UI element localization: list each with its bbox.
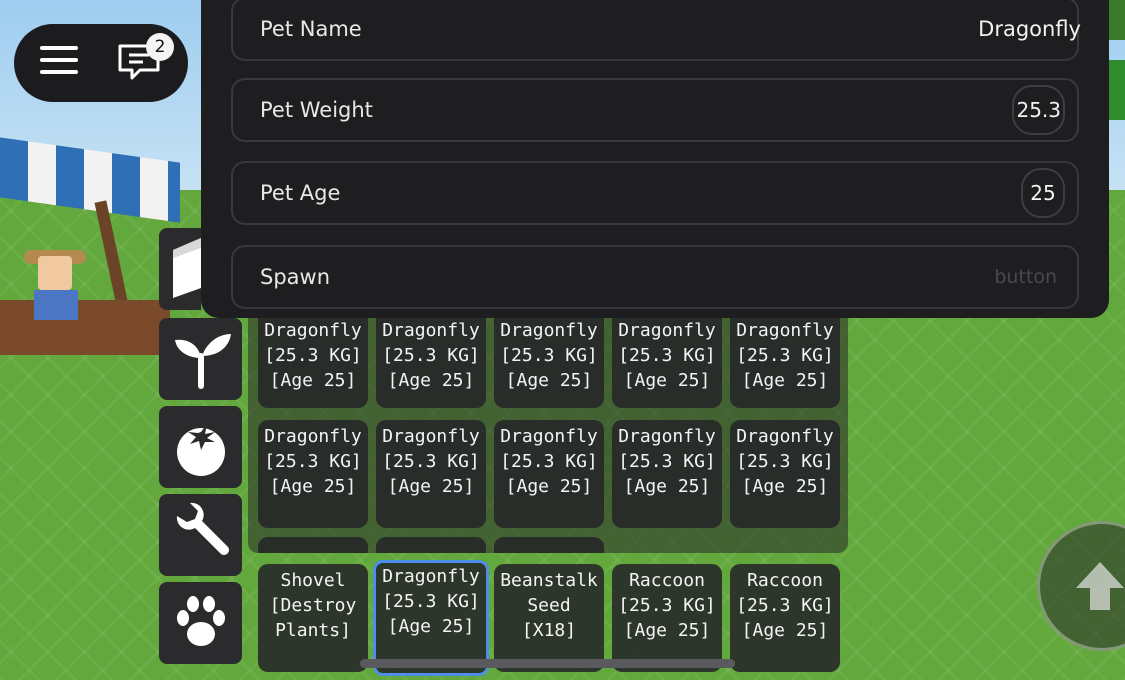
pet-weight-row: Pet Weight 25.3 — [231, 78, 1079, 142]
slot-text-line: Dragonfly — [264, 426, 362, 447]
notification-badge: 2 — [146, 33, 174, 61]
slot-text-line: [Age 25] — [623, 476, 711, 497]
hotbar-slot[interactable]: Shovel [Destroy Plants] — [258, 564, 368, 672]
slot-text-line: Raccoon — [747, 570, 823, 591]
paw-icon — [177, 596, 225, 646]
slot-text-line: [25.3 KG] — [382, 591, 480, 612]
inventory-slot[interactable]: Dragonfly [25.3 KG] [Age 25] — [612, 318, 722, 408]
inventory-category-crops[interactable] — [159, 406, 242, 488]
slot-text-line: [25.3 KG] — [736, 345, 834, 366]
slot-text-line: [Age 25] — [505, 476, 593, 497]
slot-text-line: [25.3 KG] — [618, 595, 716, 616]
inventory-slot[interactable]: Dragonfly [25.3 KG] [Age 25] — [258, 318, 368, 408]
hotbar-slot[interactable]: Raccoon [25.3 KG] [Age 25] — [612, 564, 722, 672]
slot-text-line: [Age 25] — [387, 476, 475, 497]
inventory-slot-partial[interactable] — [376, 537, 486, 553]
slot-text-line: [25.3 KG] — [382, 345, 480, 366]
slot-text-line: Dragonfly — [618, 426, 716, 447]
inventory-category-pets[interactable] — [159, 582, 242, 664]
hotbar-slot[interactable]: Raccoon [25.3 KG] [Age 25] — [730, 564, 840, 672]
pet-name-input[interactable]: Dragonfly — [978, 17, 1081, 41]
slot-text-line: [25.3 KG] — [264, 451, 362, 472]
hamburger-menu-button[interactable] — [40, 44, 80, 76]
pet-name-label: Pet Name — [260, 17, 362, 41]
slot-text-line: [Age 25] — [623, 370, 711, 391]
spawn-hint: button — [994, 266, 1057, 288]
arrow-up-icon — [1076, 562, 1124, 610]
slot-text-line: Dragonfly — [382, 426, 480, 447]
slot-text-line: Plants] — [275, 620, 351, 641]
pet-weight-label: Pet Weight — [260, 98, 373, 122]
spawn-label: Spawn — [260, 265, 331, 289]
inventory-slot[interactable]: Dragonfly [25.3 KG] [Age 25] — [730, 318, 840, 408]
hamburger-icon-line — [40, 70, 78, 74]
slot-text-line: Dragonfly — [382, 566, 480, 587]
cube-icon — [173, 238, 201, 298]
slot-text-line: Dragonfly — [618, 320, 716, 341]
wrench-icon — [176, 502, 229, 555]
hamburger-icon-line — [40, 58, 78, 62]
slot-text-line: Dragonfly — [500, 320, 598, 341]
inventory-slot-partial[interactable] — [258, 537, 368, 553]
slot-text-line: [Age 25] — [269, 476, 357, 497]
inventory-category-seeds[interactable] — [159, 318, 242, 400]
inventory-slot[interactable]: Dragonfly [25.3 KG] [Age 25] — [494, 420, 604, 528]
tomato-icon — [177, 424, 225, 476]
slot-text-line: [25.3 KG] — [618, 345, 716, 366]
spawn-button[interactable]: Spawn button — [231, 245, 1079, 309]
pet-age-label: Pet Age — [260, 181, 341, 205]
slot-text-line: [Age 25] — [623, 620, 711, 641]
slot-text-line: Raccoon — [629, 570, 705, 591]
inventory-slot[interactable]: Dragonfly [25.3 KG] [Age 25] — [376, 318, 486, 408]
inventory-slot[interactable]: Dragonfly [25.3 KG] [Age 25] — [258, 420, 368, 528]
npc-body — [34, 290, 78, 320]
slot-text-line: [25.3 KG] — [736, 595, 834, 616]
pet-age-input[interactable]: 25 — [1021, 168, 1065, 218]
slot-text-line: [Age 25] — [387, 616, 475, 637]
inventory-slot[interactable]: Dragonfly [25.3 KG] [Age 25] — [730, 420, 840, 528]
pet-name-row: Pet Name Dragonfly — [231, 0, 1081, 61]
slot-text-line: [Age 25] — [741, 620, 829, 641]
slot-text-line: [25.3 KG] — [500, 451, 598, 472]
slot-text-line: Dragonfly — [736, 320, 834, 341]
slot-text-line: Beanstalk — [500, 570, 598, 591]
inventory-slot[interactable]: Dragonfly [25.3 KG] [Age 25] — [376, 420, 486, 528]
market-stall-counter — [0, 300, 170, 355]
hamburger-icon — [40, 46, 78, 50]
sprout-icon — [175, 334, 231, 389]
hotbar-slot[interactable]: Beanstalk Seed [X18] — [494, 564, 604, 672]
slot-text-line: [25.3 KG] — [264, 345, 362, 366]
inventory-slot[interactable]: Dragonfly [25.3 KG] [Age 25] — [494, 318, 604, 408]
inventory-slot[interactable]: Dragonfly [25.3 KG] [Age 25] — [612, 420, 722, 528]
inventory-category-tools[interactable] — [159, 494, 242, 576]
pet-weight-input[interactable]: 25.3 — [1012, 85, 1065, 135]
slot-text-line: [25.3 KG] — [618, 451, 716, 472]
hotbar-scrollbar[interactable] — [360, 659, 735, 668]
slot-text-line: Dragonfly — [382, 320, 480, 341]
slot-text-line: Dragonfly — [500, 426, 598, 447]
slot-text-line: Shovel — [280, 570, 346, 591]
slot-text-line: [25.3 KG] — [736, 451, 834, 472]
slot-text-line: [Age 25] — [387, 370, 475, 391]
slot-text-line: [Age 25] — [505, 370, 593, 391]
slot-text-line: [25.3 KG] — [500, 345, 598, 366]
slot-text-line: [X18] — [521, 620, 577, 641]
slot-text-line: [Age 25] — [269, 370, 357, 391]
slot-text-line: [Destroy — [269, 595, 357, 616]
slot-text-line: Seed — [527, 595, 571, 616]
npc-head — [38, 256, 72, 290]
slot-text-line: [Age 25] — [741, 370, 829, 391]
slot-text-line: Dragonfly — [264, 320, 362, 341]
inventory-category-cube[interactable] — [159, 228, 201, 310]
pet-age-row: Pet Age 25 — [231, 161, 1079, 225]
slot-text-line: [25.3 KG] — [382, 451, 480, 472]
slot-text-line: Dragonfly — [736, 426, 834, 447]
slot-text-line: [Age 25] — [741, 476, 829, 497]
inventory-slot-partial[interactable] — [494, 537, 604, 553]
